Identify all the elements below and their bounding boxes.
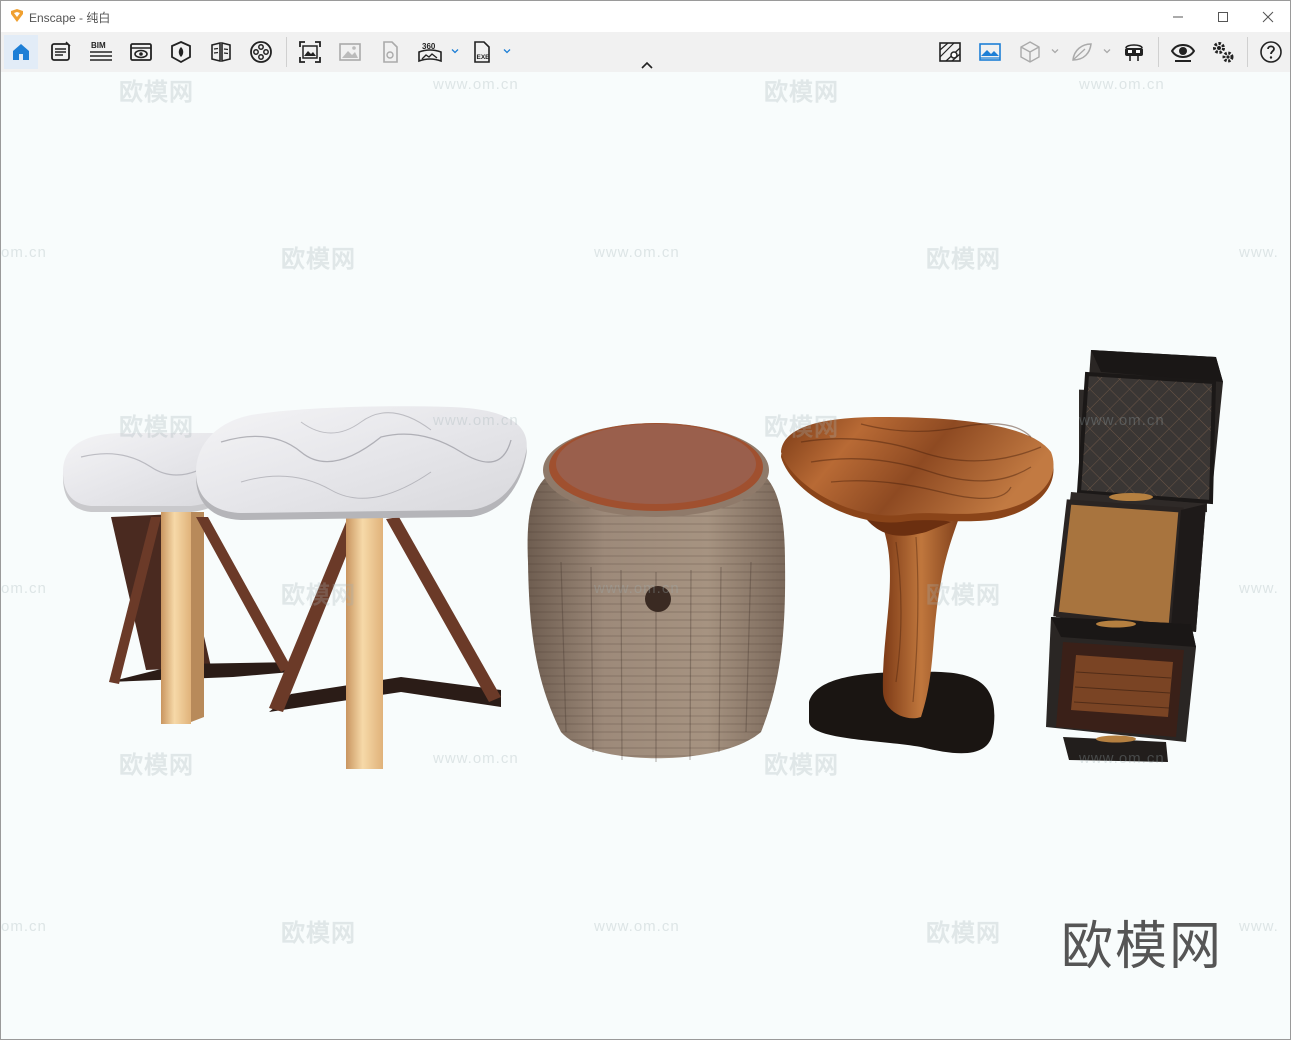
vr-headset-button[interactable] bbox=[1117, 35, 1151, 69]
watermark-cn: 欧模网 bbox=[119, 752, 194, 779]
panorama-360-dropdown-chevron-icon[interactable] bbox=[450, 46, 460, 56]
video-editor-button[interactable] bbox=[244, 35, 278, 69]
watermark-cn: 欧模网 bbox=[281, 920, 356, 947]
export-exe-dropdown-chevron-icon[interactable] bbox=[502, 46, 512, 56]
bim-label: BIM bbox=[91, 41, 106, 50]
video-editor-icon bbox=[250, 41, 272, 63]
app-name: Enscape bbox=[29, 11, 76, 25]
bim-icon: BIM bbox=[90, 41, 112, 61]
window-title: Enscape - 纯白 bbox=[29, 9, 110, 26]
export-exe-label: EXE bbox=[477, 54, 491, 61]
watermark-url: www. bbox=[1239, 918, 1279, 935]
leaf-icon bbox=[1072, 43, 1092, 61]
title-bar: Enscape - 纯白 bbox=[1, 1, 1290, 32]
watermark-url: www.om.cn bbox=[433, 412, 519, 429]
material-editor-button[interactable] bbox=[204, 35, 238, 69]
cube-icon bbox=[1020, 41, 1040, 63]
panorama-360-button[interactable]: 360 bbox=[413, 35, 447, 69]
home-button[interactable] bbox=[4, 35, 38, 69]
watermark-url: www.om.cn bbox=[433, 750, 519, 767]
watermark-cn: 欧模网 bbox=[764, 752, 839, 779]
document-name: 纯白 bbox=[86, 11, 111, 25]
watermark-cn: 欧模网 bbox=[764, 414, 839, 441]
leaf-button[interactable] bbox=[1065, 35, 1099, 69]
minimize-icon bbox=[1173, 16, 1183, 17]
cube-dropdown-chevron-icon[interactable] bbox=[1050, 46, 1060, 56]
maximize-button[interactable] bbox=[1200, 1, 1246, 32]
export-exe-button[interactable]: EXE bbox=[465, 35, 499, 69]
views-button[interactable] bbox=[124, 35, 158, 69]
home-icon bbox=[13, 44, 29, 60]
title-separator: - bbox=[75, 11, 87, 25]
atmosphere-button[interactable] bbox=[973, 35, 1007, 69]
upload-button[interactable] bbox=[373, 35, 407, 69]
render-viewport[interactable]: 欧模网 www.om.cn 欧模网 www.om.cn om.cn 欧模网 ww… bbox=[1, 72, 1290, 1039]
corner-watermark-logo: 欧模网 bbox=[1061, 917, 1224, 977]
wooden-side-table bbox=[781, 417, 1054, 754]
watermark-url: om.cn bbox=[1, 580, 47, 597]
bim-button[interactable]: BIM bbox=[84, 35, 118, 69]
panorama-360-icon: 360 bbox=[418, 42, 442, 63]
watermark-cn: 欧模网 bbox=[926, 920, 1001, 947]
toolbar-separator bbox=[1247, 37, 1248, 67]
furniture-scene bbox=[63, 350, 1223, 769]
asset-library-icon bbox=[171, 41, 191, 64]
material-editor-icon bbox=[211, 41, 231, 63]
collapse-toolbar-chevron-icon[interactable] bbox=[639, 59, 655, 71]
minimize-button[interactable] bbox=[1155, 1, 1201, 32]
screenshot-button[interactable] bbox=[293, 35, 327, 69]
asset-library-button[interactable] bbox=[164, 35, 198, 69]
watermark-url: www. bbox=[1239, 580, 1279, 597]
cube-button[interactable] bbox=[1013, 35, 1047, 69]
visual-settings-button[interactable] bbox=[1166, 35, 1200, 69]
help-button[interactable] bbox=[1254, 35, 1288, 69]
visual-settings-eye-icon bbox=[1171, 44, 1195, 62]
watermark-url: om.cn bbox=[1, 918, 47, 935]
watermark-cn: 欧模网 bbox=[926, 582, 1001, 609]
close-button[interactable] bbox=[1245, 1, 1290, 32]
watermark-url: www.om.cn bbox=[1079, 412, 1165, 429]
watermark-url: www.om.cn bbox=[594, 918, 680, 935]
screenshot-icon bbox=[299, 41, 321, 63]
views-eye-icon bbox=[130, 43, 152, 61]
settings-gears-icon bbox=[1213, 42, 1234, 63]
leaf-dropdown-chevron-icon[interactable] bbox=[1102, 46, 1112, 56]
map-button[interactable] bbox=[933, 35, 967, 69]
feedback-icon bbox=[51, 41, 71, 61]
atmosphere-icon bbox=[979, 43, 1001, 61]
upload-icon bbox=[383, 41, 398, 63]
enscape-window: Enscape - 纯白 BIM 360 EXE 欧模网 www.om.cn 欧… bbox=[0, 0, 1291, 1040]
export-exe-icon: EXE bbox=[474, 41, 491, 63]
toolbar-separator bbox=[1158, 37, 1159, 67]
enscape-logo-icon bbox=[11, 9, 23, 22]
close-icon bbox=[1262, 11, 1274, 22]
map-icon bbox=[939, 42, 961, 62]
watermark-url: www.om.cn bbox=[1079, 750, 1165, 767]
help-icon bbox=[1260, 41, 1282, 63]
batch-render-button[interactable] bbox=[333, 35, 367, 69]
watermark-cn: 欧模网 bbox=[119, 414, 194, 441]
feedback-button[interactable] bbox=[44, 35, 78, 69]
batch-render-icon bbox=[339, 43, 361, 61]
vr-headset-icon bbox=[1125, 44, 1143, 61]
toolbar-separator bbox=[286, 37, 287, 67]
maximize-icon bbox=[1218, 11, 1228, 22]
watermark-url: www.om.cn bbox=[594, 580, 680, 597]
watermark-cn: 欧模网 bbox=[281, 582, 356, 609]
settings-button[interactable] bbox=[1206, 35, 1240, 69]
